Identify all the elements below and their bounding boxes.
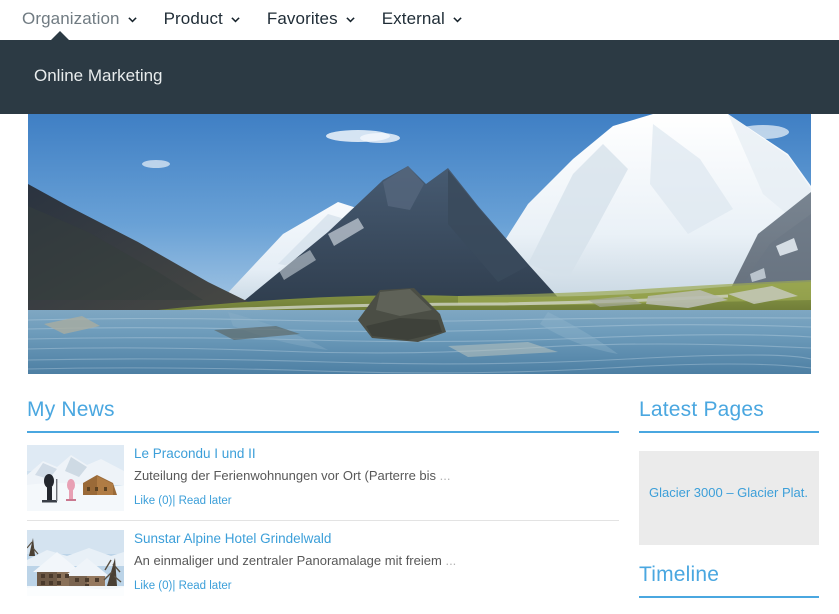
news-list-item[interactable]: Sunstar Alpine Hotel Grindelwald An einm… [27,530,619,605]
action-separator: | [172,580,176,592]
news-item-description-ellipsis: ... [445,553,457,568]
news-item-description-text: An einmaliger und zentraler Panoramalage… [134,553,442,568]
news-item-title[interactable]: Le Pracondu I und II [134,446,619,461]
news-item-description-ellipsis: ... [439,468,451,483]
news-item-body: Le Pracondu I und II Zuteilung der Ferie… [134,445,619,511]
news-thumbnail-skiers[interactable] [27,445,124,511]
like-link[interactable]: Like (0) [134,495,172,507]
organization-dropdown-panel: Online Marketing [0,40,839,114]
dropdown-item-online-marketing[interactable]: Online Marketing [34,66,163,86]
news-item-actions: Like (0)| Read later [134,495,619,507]
nav-item-favorites[interactable]: Favorites [267,9,356,29]
news-item-description: An einmaliger und zentraler Panoramalage… [134,553,619,568]
news-item-description-text: Zuteilung der Ferienwohnungen vor Ort (P… [134,468,437,483]
chevron-down-icon [127,15,138,26]
news-item-description: Zuteilung der Ferienwohnungen vor Ort (P… [134,468,619,483]
main-content-column: My News Le Pracondu I und II Zuteilung d… [27,398,619,614]
nav-item-product[interactable]: Product [164,9,241,29]
dropdown-pointer-triangle [50,31,70,41]
action-separator: | [172,495,176,507]
top-navigation-bar: Organization Product Favorites External [0,0,839,38]
chevron-down-icon [452,15,463,26]
latest-pages-item-link[interactable]: Glacier 3000 – Glacier Plat... [649,485,809,500]
news-thumbnail-hotel[interactable] [27,530,124,596]
sidebar-column: Latest Pages Glacier 3000 – Glacier Plat… [639,398,819,598]
like-link[interactable]: Like (0) [134,580,172,592]
nav-item-external[interactable]: External [382,9,463,29]
read-later-link[interactable]: Read later [179,495,232,507]
news-list: Le Pracondu I und II Zuteilung der Ferie… [27,445,619,605]
nav-item-organization[interactable]: Organization [22,9,138,29]
nav-item-organization-label: Organization [22,9,120,28]
timeline-heading: Timeline [639,563,819,598]
nav-item-external-label: External [381,9,445,28]
nav-item-product-label: Product [163,9,223,28]
chevron-down-icon [230,15,241,26]
my-news-heading: My News [27,398,619,433]
news-item-body: Sunstar Alpine Hotel Grindelwald An einm… [134,530,619,596]
nav-item-favorites-label: Favorites [266,9,338,28]
hero-banner-image [28,114,811,374]
news-item-title[interactable]: Sunstar Alpine Hotel Grindelwald [134,531,619,546]
news-list-item[interactable]: Le Pracondu I und II Zuteilung der Ferie… [27,445,619,521]
latest-pages-card[interactable]: Glacier 3000 – Glacier Plat... [639,451,819,545]
news-item-actions: Like (0)| Read later [134,580,619,592]
chevron-down-icon [345,15,356,26]
read-later-link[interactable]: Read later [179,580,232,592]
latest-pages-heading: Latest Pages [639,398,819,433]
